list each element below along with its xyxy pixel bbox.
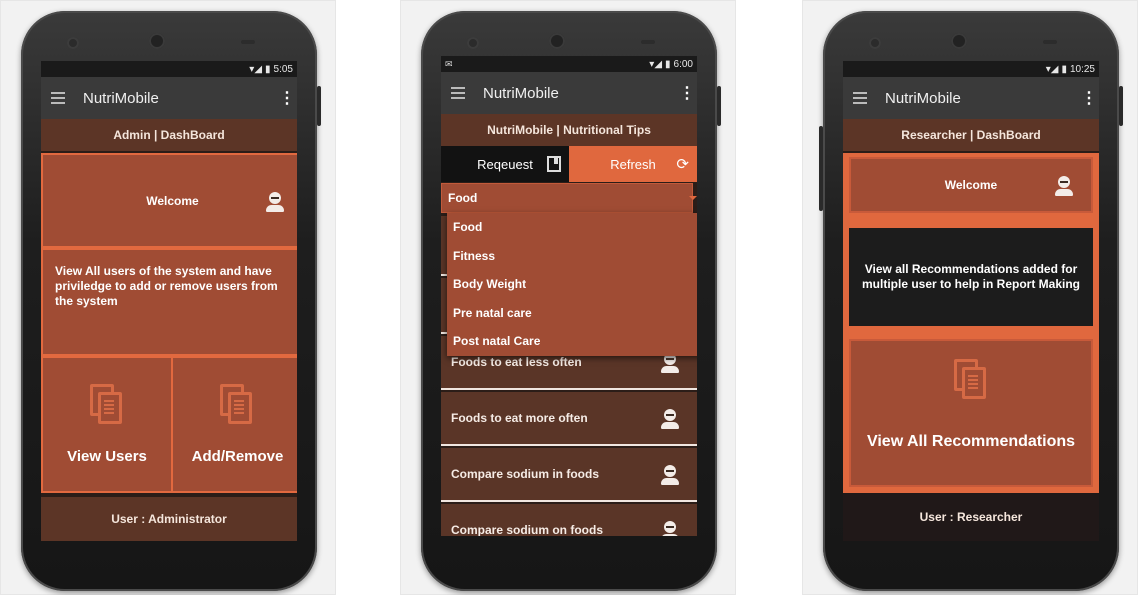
app-bar: NutriMobile ⋮ bbox=[441, 72, 697, 114]
app-title: NutriMobile bbox=[885, 89, 961, 107]
dropdown-option-pre-natal[interactable]: Pre natal care bbox=[447, 299, 697, 328]
description-card: View All users of the system and have pr… bbox=[41, 248, 297, 356]
wifi-signal-icon: ▾◢ bbox=[649, 58, 663, 70]
app-bar: NutriMobile ⋮ bbox=[843, 77, 1099, 119]
category-select[interactable]: Food bbox=[441, 183, 697, 213]
admin-screen: ▾◢ ▮ 5:05 NutriMobile ⋮ Admin | DashBoar… bbox=[41, 61, 297, 541]
list-item[interactable]: Compare sodium in foods bbox=[441, 448, 697, 502]
battery-icon: ▮ bbox=[265, 63, 271, 75]
power-button bbox=[1119, 86, 1123, 126]
hamburger-menu-icon[interactable] bbox=[853, 92, 867, 104]
tab-request-label: Reqeuest bbox=[477, 156, 533, 172]
tab-request[interactable]: Reqeuest bbox=[441, 146, 569, 182]
hamburger-menu-icon[interactable] bbox=[51, 92, 65, 104]
user-icon bbox=[659, 464, 681, 486]
view-users-button[interactable]: View Users bbox=[41, 356, 173, 493]
status-time: 6:00 bbox=[673, 58, 693, 70]
tips-screen: ✉ ▾◢ ▮ 6:00 NutriMobile ⋮ NutriMobile | … bbox=[441, 56, 697, 536]
tab-bar: Reqeuest Refresh ⟳ bbox=[441, 146, 697, 182]
phone-body: ▾◢ ▮ 5:05 NutriMobile ⋮ Admin | DashBoar… bbox=[21, 11, 321, 591]
power-button bbox=[717, 86, 721, 126]
description-text: View all Recommendations added for multi… bbox=[861, 262, 1080, 291]
tab-refresh-label: Refresh bbox=[610, 156, 656, 172]
researcher-phone-frame: ▾◢ ▮ 10:25 NutriMobile ⋮ Researcher | Da… bbox=[802, 0, 1138, 595]
hamburger-menu-icon[interactable] bbox=[451, 87, 465, 99]
list-item-label: Compare sodium on foods bbox=[451, 523, 604, 536]
proximity-sensor bbox=[1043, 40, 1057, 44]
description-card: View all Recommendations added for multi… bbox=[849, 228, 1093, 326]
add-remove-button[interactable]: Add/Remove bbox=[171, 356, 297, 493]
view-users-label: View Users bbox=[67, 448, 147, 465]
status-bar: ▾◢ ▮ 10:25 bbox=[843, 61, 1099, 77]
overflow-menu-icon[interactable]: ⋮ bbox=[279, 88, 295, 108]
welcome-card[interactable]: Welcome bbox=[41, 153, 297, 248]
welcome-card[interactable]: Welcome bbox=[849, 157, 1093, 213]
battery-icon: ▮ bbox=[665, 58, 671, 70]
list-item-label: Compare sodium in foods bbox=[451, 467, 600, 481]
volume-button bbox=[819, 126, 823, 211]
app-bar: NutriMobile ⋮ bbox=[41, 77, 297, 119]
user-icon bbox=[659, 408, 681, 430]
list-item[interactable]: Foods to eat more often bbox=[441, 392, 697, 446]
bookmark-icon bbox=[547, 156, 561, 172]
view-all-label: View All Recommendations bbox=[866, 433, 1076, 450]
overflow-menu-icon[interactable]: ⋮ bbox=[1081, 88, 1097, 108]
documents-icon bbox=[220, 384, 254, 426]
tips-phone-frame: ✉ ▾◢ ▮ 6:00 NutriMobile ⋮ NutriMobile | … bbox=[400, 0, 736, 595]
chevron-down-icon bbox=[689, 196, 697, 200]
dropdown-option-fitness[interactable]: Fitness bbox=[447, 242, 697, 271]
tab-refresh[interactable]: Refresh ⟳ bbox=[569, 146, 697, 182]
dropdown-option-post-natal[interactable]: Post natal Care bbox=[447, 327, 697, 356]
earpiece bbox=[951, 33, 967, 49]
user-icon bbox=[1053, 175, 1075, 197]
mail-notification-icon: ✉ bbox=[445, 58, 453, 69]
user-footer: User : Researcher bbox=[843, 493, 1099, 541]
user-icon bbox=[264, 191, 286, 213]
dashboard-title: Admin | DashBoard bbox=[41, 119, 297, 151]
status-bar: ✉ ▾◢ ▮ 6:00 bbox=[441, 56, 697, 72]
list-item-label: Foods to eat less often bbox=[451, 355, 582, 369]
welcome-label: Welcome bbox=[944, 178, 998, 192]
add-remove-label: Add/Remove bbox=[191, 448, 284, 465]
front-camera bbox=[869, 37, 881, 49]
front-camera bbox=[467, 37, 479, 49]
dropdown-option-body-weight[interactable]: Body Weight bbox=[447, 270, 697, 299]
dashboard-title: Researcher | DashBoard bbox=[843, 119, 1099, 151]
researcher-screen: ▾◢ ▮ 10:25 NutriMobile ⋮ Researcher | Da… bbox=[843, 61, 1099, 541]
wifi-signal-icon: ▾◢ bbox=[1045, 63, 1059, 75]
documents-icon bbox=[954, 359, 988, 401]
list-item[interactable]: Compare sodium on foods bbox=[441, 504, 697, 536]
overflow-menu-icon[interactable]: ⋮ bbox=[679, 83, 695, 103]
content-area: Welcome View all Recommendations added f… bbox=[843, 153, 1099, 493]
battery-icon: ▮ bbox=[1061, 63, 1067, 75]
proximity-sensor bbox=[641, 40, 655, 44]
admin-phone-frame: ▾◢ ▮ 5:05 NutriMobile ⋮ Admin | DashBoar… bbox=[0, 0, 336, 595]
status-time: 10:25 bbox=[1069, 63, 1095, 75]
refresh-icon: ⟳ bbox=[676, 156, 689, 173]
proximity-sensor bbox=[241, 40, 255, 44]
view-all-recommendations-button[interactable]: View All Recommendations bbox=[849, 339, 1093, 487]
app-title: NutriMobile bbox=[483, 84, 559, 102]
documents-icon bbox=[90, 384, 124, 426]
power-button bbox=[317, 86, 321, 126]
list-item-label: Foods to eat more often bbox=[451, 411, 588, 425]
status-time: 5:05 bbox=[273, 63, 293, 75]
user-footer: User : Administrator bbox=[41, 497, 297, 541]
app-title: NutriMobile bbox=[83, 89, 159, 107]
phone-body: ✉ ▾◢ ▮ 6:00 NutriMobile ⋮ NutriMobile | … bbox=[421, 11, 721, 591]
category-select-value: Food bbox=[448, 191, 478, 205]
earpiece bbox=[549, 33, 565, 49]
category-dropdown: Food Fitness Body Weight Pre natal care … bbox=[447, 213, 697, 356]
front-camera bbox=[67, 37, 79, 49]
phone-body: ▾◢ ▮ 10:25 NutriMobile ⋮ Researcher | Da… bbox=[819, 11, 1123, 591]
wifi-signal-icon: ▾◢ bbox=[249, 63, 263, 75]
welcome-label: Welcome bbox=[146, 193, 199, 208]
user-icon bbox=[659, 520, 681, 536]
tips-header: NutriMobile | Nutritional Tips bbox=[441, 114, 697, 146]
status-bar: ▾◢ ▮ 5:05 bbox=[41, 61, 297, 77]
description-text: View All users of the system and have pr… bbox=[55, 264, 278, 308]
dropdown-option-food[interactable]: Food bbox=[447, 213, 697, 242]
earpiece bbox=[149, 33, 165, 49]
